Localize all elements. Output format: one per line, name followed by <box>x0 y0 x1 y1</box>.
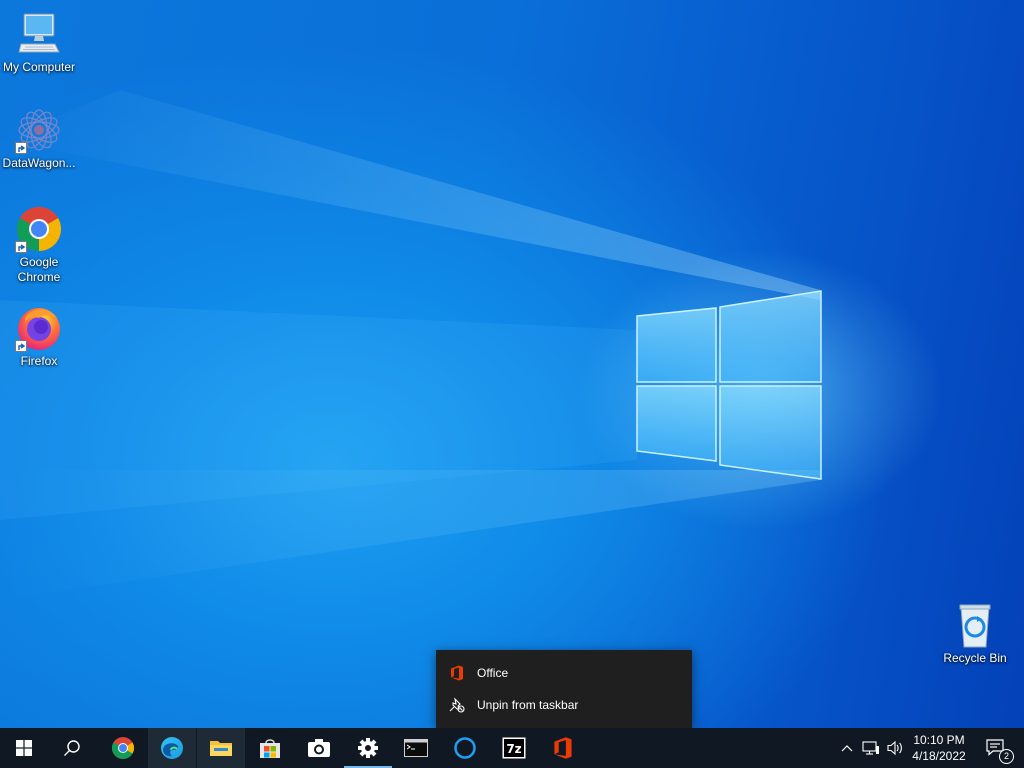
show-hidden-icons-button[interactable] <box>838 738 856 758</box>
taskbar-edge-button[interactable] <box>148 728 196 768</box>
taskbar-settings-button[interactable] <box>344 728 392 768</box>
taskbar: 7z 10:10 PM 4/18/2022 2 <box>0 728 1024 768</box>
desktop-icon-firefox[interactable]: Firefox <box>0 304 79 369</box>
desktop-icon-label: Google Chrome <box>17 255 61 284</box>
menu-item-unpin-from-taskbar[interactable]: Unpin from taskbar <box>436 690 692 720</box>
desktop-icon-datawagon[interactable]: DataWagon... <box>0 106 79 171</box>
desktop-icon-label: My Computer <box>2 60 76 74</box>
clock[interactable]: 10:10 PM 4/18/2022 <box>906 731 972 765</box>
menu-item-label: Unpin from taskbar <box>477 698 579 712</box>
start-icon <box>16 740 32 756</box>
desktop-icon-google-chrome[interactable]: Google Chrome <box>0 205 79 285</box>
taskbar-camera-button[interactable] <box>295 728 343 768</box>
monitor-icon <box>18 13 60 53</box>
desktop-icon-recycle-bin[interactable]: Recycle Bin <box>935 601 1015 666</box>
shortcut-arrow-icon <box>15 241 27 253</box>
settings-icon <box>358 738 378 758</box>
taskbar-microsoft-store-button[interactable] <box>246 728 294 768</box>
office-icon <box>554 737 572 759</box>
file-explorer-icon <box>210 741 232 756</box>
start-button[interactable] <box>0 728 48 768</box>
taskbar-file-explorer-button[interactable] <box>197 728 245 768</box>
taskbar-7zip-button[interactable]: 7z <box>490 728 538 768</box>
chevron-up-icon <box>841 745 853 752</box>
recycle-bin-icon <box>959 604 991 648</box>
cortana-icon <box>454 737 476 759</box>
clock-date: 4/18/2022 <box>912 749 966 763</box>
unpin-icon <box>449 697 465 713</box>
office-icon <box>449 665 465 681</box>
notification-count-badge: 2 <box>999 749 1014 764</box>
wallpaper-beams <box>0 90 820 600</box>
desktop-icon-label: DataWagon... <box>2 156 76 170</box>
taskbar-terminal-button[interactable] <box>392 728 440 768</box>
search-icon <box>64 740 80 756</box>
volume-tray-button[interactable] <box>884 738 906 758</box>
taskbar-office-button[interactable] <box>539 728 587 768</box>
desktop-icon-label: Firefox <box>20 354 58 368</box>
taskbar-cortana-button[interactable] <box>441 728 489 768</box>
microsoft-store-icon <box>260 739 280 758</box>
terminal-icon <box>404 739 428 757</box>
7zip-icon: 7z <box>502 737 526 759</box>
menu-item-office[interactable]: Office <box>436 658 692 688</box>
shortcut-arrow-icon <box>15 142 27 154</box>
speaker-icon <box>887 740 902 756</box>
search-button[interactable] <box>48 728 96 768</box>
taskbar-jump-list: Office Unpin from taskbar <box>436 650 692 728</box>
shortcut-arrow-icon <box>15 340 27 352</box>
taskbar-chrome-button[interactable] <box>99 728 147 768</box>
network-icon <box>862 741 879 755</box>
action-center-button[interactable]: 2 <box>976 728 1016 768</box>
chrome-icon <box>112 737 134 759</box>
windows-logo-wallpaper <box>636 290 822 480</box>
svg-text:7z: 7z <box>506 742 521 756</box>
clock-time: 10:10 PM <box>913 733 965 747</box>
desktop-icon-my-computer[interactable]: My Computer <box>0 10 79 75</box>
desktop[interactable]: My Computer DataWagon... Google Chrome F… <box>0 0 1024 728</box>
camera-icon <box>308 739 330 757</box>
network-tray-button[interactable] <box>861 738 881 758</box>
edge-icon <box>161 737 183 759</box>
desktop-icon-label: Recycle Bin <box>943 651 1007 665</box>
menu-item-label: Office <box>477 666 509 680</box>
